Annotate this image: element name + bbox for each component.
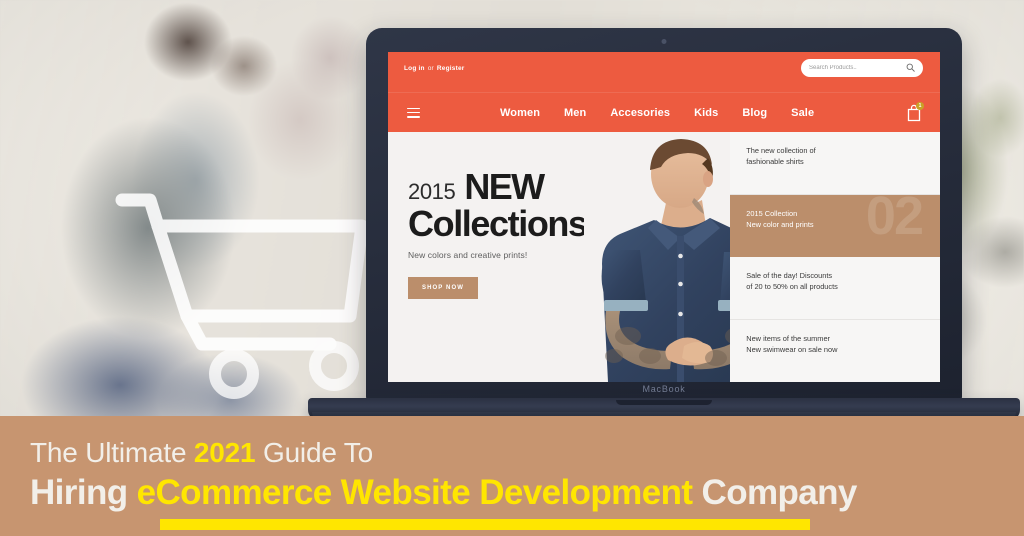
register-link[interactable]: Register (437, 65, 465, 72)
laptop-lid: MacBook Log in or Register Search Produc… (366, 28, 962, 402)
auth-separator: or (427, 65, 434, 72)
nav-item-men[interactable]: Men (564, 107, 586, 119)
nav-item-accesories[interactable]: Accesories (610, 107, 670, 119)
auth-links: Log in or Register (404, 65, 465, 72)
promo-item[interactable]: Sale of the day! Discounts of 20 to 50% … (730, 257, 940, 320)
promo-text: 2015 Collection New color and prints (746, 209, 814, 230)
search-icon[interactable] (906, 59, 915, 77)
hamburger-menu-icon[interactable] (407, 107, 420, 118)
promo-text: New items of the summer New swimwear on … (746, 334, 838, 355)
promo-item[interactable]: New items of the summer New swimwear on … (730, 320, 940, 382)
promotional-banner-image: MacBook Log in or Register Search Produc… (0, 0, 1024, 536)
banner-headline-line1: The Ultimate 2021 Guide To (30, 437, 1024, 469)
banner-underline-rule (160, 519, 810, 530)
promo-text: Sale of the day! Discounts of 20 to 50% … (746, 271, 838, 292)
banner-line2-pre: Hiring (30, 472, 137, 512)
hero-copy: 2015 NEW Collections New colors and crea… (388, 132, 794, 382)
shopping-cart-icon (112, 168, 374, 400)
banner-line2-highlight: eCommerce Website Development (136, 472, 693, 512)
shop-now-button[interactable]: SHOP NOW (408, 276, 479, 299)
login-link[interactable]: Log in (404, 65, 425, 72)
nav-item-women[interactable]: Women (500, 107, 540, 119)
promo-item[interactable]: 02 2015 Collection New color and prints (730, 189, 940, 257)
laptop-screen: Log in or Register Search Products.. Wom… (388, 52, 940, 382)
search-input[interactable] (809, 65, 906, 71)
laptop-brand-label: MacBook (642, 384, 686, 394)
nav-item-blog[interactable]: Blog (742, 107, 767, 119)
banner-headline-line2: Hiring eCommerce Website Development Com… (30, 472, 1024, 513)
banner-line1-highlight: 2021 (193, 437, 256, 468)
webcam-icon (661, 39, 667, 44)
search-box[interactable] (801, 59, 923, 77)
nav-item-sale[interactable]: Sale (791, 107, 814, 119)
site-topbar: Log in or Register (388, 52, 940, 92)
nav-links: Women Men Accesories Kids Blog Sale (500, 107, 814, 119)
cart-badge: 1 (916, 101, 924, 110)
title-banner: The Ultimate 2021 Guide To Hiring eComme… (0, 416, 1024, 536)
hero-year: 2015 (408, 179, 456, 204)
banner-line2-post: Company (692, 472, 858, 512)
nav-item-kids[interactable]: Kids (694, 107, 718, 119)
hero-headline-new: NEW (464, 166, 545, 207)
hero-section: 2015 NEW Collections New colors and crea… (388, 132, 940, 382)
promo-text: The new collection of fashionable shirts (746, 146, 816, 167)
shopping-bag-icon[interactable]: 1 (906, 101, 924, 122)
promo-sidebar: The new collection of fashionable shirts… (730, 132, 940, 382)
banner-line1-pre: The Ultimate (30, 437, 194, 468)
site-navbar: Women Men Accesories Kids Blog Sale 1 (388, 92, 940, 132)
banner-line1-post: Guide To (255, 437, 373, 468)
